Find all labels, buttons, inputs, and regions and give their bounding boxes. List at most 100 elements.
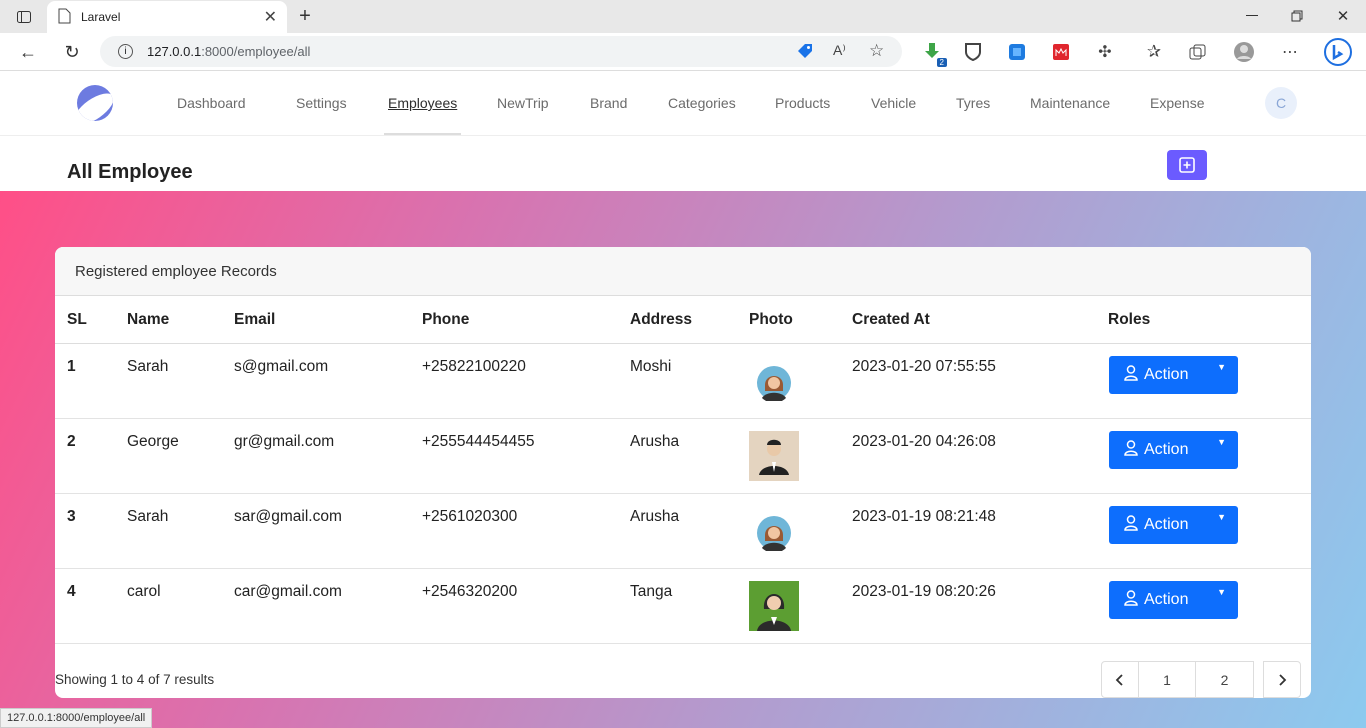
page-icon — [57, 8, 71, 27]
cell-sl: 4 — [67, 583, 76, 600]
female-avatar-icon — [757, 516, 791, 551]
favorite-add-icon[interactable]: ☆ — [869, 41, 884, 61]
profile-icon[interactable] — [1233, 41, 1255, 63]
bing-chat-icon[interactable] — [1323, 37, 1353, 67]
cell-sl: 3 — [67, 508, 76, 525]
browser-tab[interactable]: Laravel ✕ — [47, 1, 287, 33]
page-2-button[interactable]: 2 — [1195, 661, 1254, 698]
man-in-suit-photo — [749, 431, 799, 481]
close-tab-icon[interactable]: ✕ — [264, 7, 277, 27]
cell-sl: 1 — [67, 358, 76, 375]
collections-icon[interactable] — [1187, 41, 1209, 63]
page-header: All Employee — [0, 136, 1366, 191]
pagination-info: Showing 1 to 4 of 7 results — [55, 672, 215, 687]
refresh-icon[interactable]: ↻ — [61, 41, 83, 63]
user-icon — [1124, 514, 1138, 536]
caret-down-icon: ▼ — [1217, 587, 1226, 597]
url-path: :8000/employee/all — [201, 44, 311, 59]
nav-newtrip[interactable]: NewTrip — [497, 95, 549, 111]
nav-expense[interactable]: Expense — [1150, 95, 1204, 111]
table-row: 2 George gr@gmail.com +255544454455 Arus… — [55, 419, 1311, 494]
active-nav-indicator — [384, 133, 461, 135]
col-header-created-at: Created At — [852, 311, 930, 328]
nav-tyres[interactable]: Tyres — [956, 95, 990, 111]
col-header-phone: Phone — [422, 311, 470, 328]
prev-page-button[interactable] — [1101, 661, 1139, 698]
employee-photo — [749, 431, 799, 481]
col-header-address: Address — [630, 311, 693, 328]
nav-dashboard[interactable]: Dashboard — [177, 95, 246, 111]
tab-actions-icon[interactable] — [14, 7, 34, 27]
action-dropdown-button[interactable]: Action ▼ — [1109, 506, 1238, 544]
employee-photo — [749, 506, 799, 556]
close-window-icon[interactable]: ✕ — [1333, 6, 1353, 26]
page-1-button[interactable]: 1 — [1138, 661, 1196, 698]
cell-address: Arusha — [630, 433, 680, 450]
app-logo[interactable] — [77, 85, 113, 121]
cell-email: s@gmail.com — [234, 358, 329, 375]
user-icon — [1124, 364, 1138, 386]
read-aloud-icon[interactable]: A⁾ — [833, 42, 846, 59]
page-title: All Employee — [67, 161, 193, 183]
main-navbar: Dashboard Settings Employees NewTrip Bra… — [0, 71, 1366, 136]
cell-email: car@gmail.com — [234, 583, 342, 600]
next-page-button[interactable] — [1263, 661, 1301, 698]
nav-products[interactable]: Products — [775, 95, 830, 111]
table-row: 4 carol car@gmail.com +2546320200 Tanga … — [55, 569, 1311, 644]
cell-name: Sarah — [127, 358, 169, 375]
table-row: 3 Sarah sar@gmail.com +2561020300 Arusha… — [55, 494, 1311, 569]
user-avatar[interactable]: C — [1265, 87, 1297, 119]
user-icon — [1124, 439, 1138, 461]
restore-icon[interactable] — [1287, 6, 1307, 26]
cell-address: Moshi — [630, 358, 672, 375]
cell-phone: +255544454455 — [422, 433, 535, 450]
nav-brand[interactable]: Brand — [590, 95, 627, 111]
woman-green-bg-photo — [749, 581, 799, 631]
cell-created-at: 2023-01-20 04:26:08 — [852, 433, 996, 450]
col-header-roles: Roles — [1108, 311, 1151, 328]
extensions-puzzle-icon[interactable]: ✣ — [1094, 41, 1116, 63]
favorites-icon[interactable]: ✰ — [1143, 41, 1165, 63]
extension-blue-icon[interactable] — [1006, 41, 1028, 63]
bitwarden-icon[interactable] — [962, 41, 984, 63]
plus-square-icon — [1179, 157, 1195, 173]
action-dropdown-button[interactable]: Action ▼ — [1109, 581, 1238, 619]
cell-address: Tanga — [630, 583, 673, 600]
nav-maintenance[interactable]: Maintenance — [1030, 95, 1110, 111]
action-label: Action — [1144, 441, 1189, 458]
tab-title: Laravel — [81, 10, 121, 24]
nav-employees[interactable]: Employees — [388, 95, 457, 111]
employee-records-card: Registered employee Records SL Name Emai… — [55, 247, 1311, 698]
cell-name: carol — [127, 583, 161, 600]
cell-created-at: 2023-01-19 08:20:26 — [852, 583, 996, 600]
address-bar[interactable]: i 127.0.0.1:8000/employee/all A⁾ ☆ — [100, 36, 902, 67]
url-host: 127.0.0.1 — [147, 44, 202, 59]
cell-name: Sarah — [127, 508, 169, 525]
employee-photo — [749, 356, 799, 406]
cell-sl: 2 — [67, 433, 76, 450]
nav-settings[interactable]: Settings — [296, 95, 347, 111]
extension-red-icon[interactable] — [1050, 41, 1072, 63]
col-header-email: Email — [234, 311, 276, 328]
chevron-left-icon — [1115, 673, 1123, 686]
browser-tab-bar: Laravel ✕ + ✕ — [0, 0, 1366, 33]
action-dropdown-button[interactable]: Action ▼ — [1109, 431, 1238, 469]
action-label: Action — [1144, 516, 1189, 533]
cell-phone: +25822100220 — [422, 358, 526, 375]
new-tab-icon[interactable]: + — [294, 5, 316, 27]
back-icon[interactable]: ← — [17, 41, 39, 63]
extension-download-icon[interactable]: 2 — [921, 41, 947, 67]
cell-created-at: 2023-01-20 07:55:55 — [852, 358, 996, 375]
action-dropdown-button[interactable]: Action ▼ — [1109, 356, 1238, 394]
nav-vehicle[interactable]: Vehicle — [871, 95, 916, 111]
minimize-icon[interactable] — [1242, 6, 1262, 26]
more-menu-icon[interactable]: ⋯ — [1279, 41, 1301, 63]
nav-categories[interactable]: Categories — [668, 95, 736, 111]
caret-down-icon: ▼ — [1217, 437, 1226, 447]
action-label: Action — [1144, 591, 1189, 608]
extension-badge: 2 — [936, 58, 947, 67]
site-info-icon[interactable]: i — [118, 44, 133, 59]
add-employee-button[interactable] — [1167, 150, 1207, 180]
tag-icon[interactable] — [797, 43, 813, 62]
user-icon — [1124, 589, 1138, 611]
